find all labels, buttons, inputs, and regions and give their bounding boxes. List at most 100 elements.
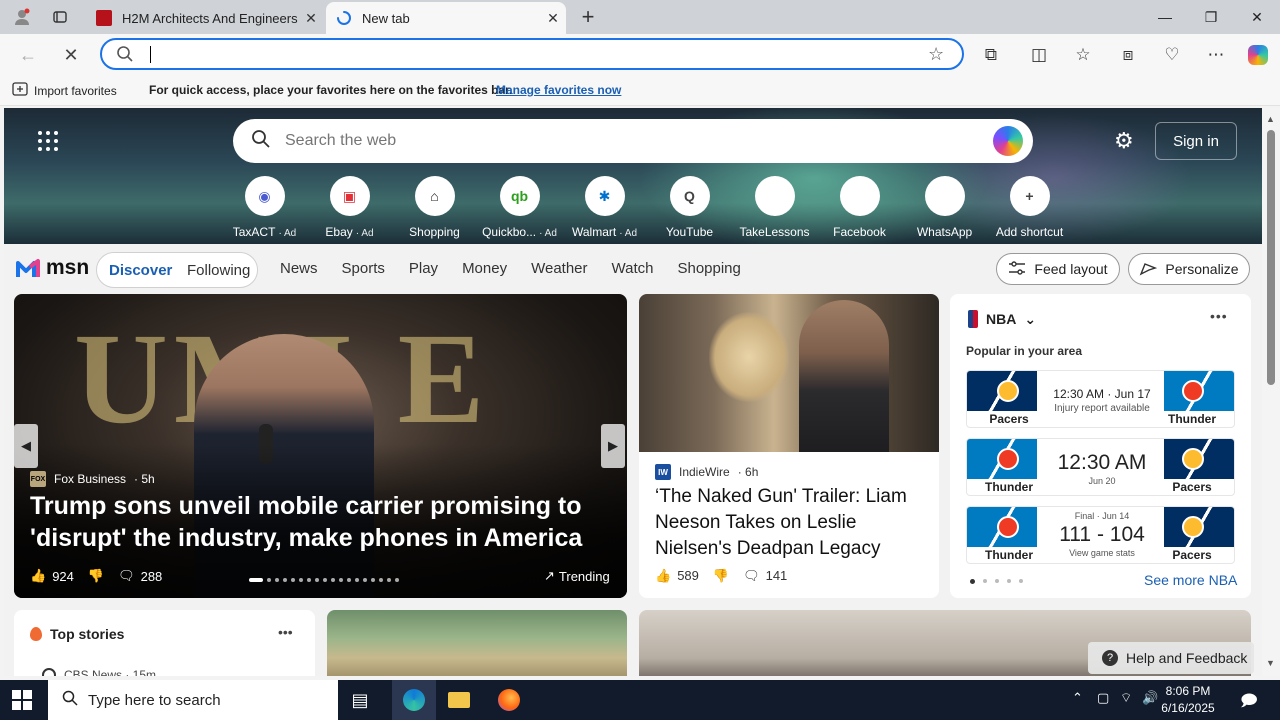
collections-icon[interactable]: ⧈: [1115, 42, 1141, 68]
personalize-button[interactable]: Personalize: [1128, 253, 1250, 285]
settings-gear-icon[interactable]: ⚙: [1114, 128, 1134, 154]
close-tab-icon[interactable]: ✕: [540, 10, 566, 27]
nav-link-shopping[interactable]: Shopping: [677, 260, 740, 277]
split-screen-icon[interactable]: ◫: [1026, 42, 1052, 68]
back-button[interactable]: ←: [15, 42, 41, 68]
browser-essentials-icon[interactable]: ♡: [1159, 42, 1185, 68]
msn-logo[interactable]: msn: [16, 256, 89, 280]
tab-new-tab[interactable]: New tab ✕: [326, 2, 566, 34]
slide-dot[interactable]: [379, 578, 383, 582]
shortcut-tile[interactable]: ◉ TaxACT · Ad: [222, 176, 307, 239]
list-item[interactable]: CBS News · 15m: [42, 668, 156, 676]
manage-favorites-link[interactable]: Manage favorites now: [496, 83, 621, 97]
main-story-card[interactable]: UMI E ◀ ▶ FOX Fox Business · 5h Trump so…: [14, 294, 627, 598]
shortcut-tile[interactable]: qb Quickbo... · Ad: [477, 176, 562, 239]
slide-dot[interactable]: [363, 578, 367, 582]
previous-slide-button[interactable]: ◀: [14, 424, 38, 468]
more-options-icon[interactable]: ⋯: [1203, 42, 1229, 68]
page-dot[interactable]: [983, 579, 987, 583]
page-dot[interactable]: [970, 579, 975, 584]
slide-dot[interactable]: [307, 578, 311, 582]
network-status-icon[interactable]: ▢: [1097, 690, 1109, 706]
app-launcher-icon[interactable]: [36, 130, 60, 154]
restore-button[interactable]: ❐: [1188, 0, 1234, 34]
close-window-button[interactable]: ✕: [1234, 0, 1280, 34]
nav-link-play[interactable]: Play: [409, 260, 438, 277]
shortcut-tile[interactable]: WhatsApp: [902, 176, 987, 239]
slide-dot[interactable]: [275, 578, 279, 582]
slide-dot[interactable]: [387, 578, 391, 582]
slide-dot[interactable]: [395, 578, 399, 582]
stop-loading-button[interactable]: ✕: [58, 42, 84, 68]
wifi-icon[interactable]: ⌔: [1120, 690, 1132, 706]
minimize-button[interactable]: —: [1142, 0, 1188, 34]
slide-dot[interactable]: [283, 578, 287, 582]
new-tab-button[interactable]: +: [576, 5, 600, 29]
slide-dot[interactable]: [249, 578, 263, 582]
scroll-thumb[interactable]: [1267, 130, 1275, 385]
nba-game-card[interactable]: 12:30 AM Jun 20 Thunder Pacers: [966, 438, 1235, 496]
favorites-icon[interactable]: ☆: [1070, 42, 1096, 68]
firefox-icon[interactable]: [497, 688, 521, 712]
like-button[interactable]: 👍 924: [30, 568, 74, 584]
slide-dot[interactable]: [323, 578, 327, 582]
more-options-icon[interactable]: •••: [278, 624, 293, 640]
second-story-card[interactable]: IW IndieWire · 6h ‘The Naked Gun' Traile…: [639, 294, 939, 598]
page-dot[interactable]: [995, 579, 999, 583]
slide-dot[interactable]: [339, 578, 343, 582]
slide-dot[interactable]: [315, 578, 319, 582]
edge-browser-icon[interactable]: [402, 688, 426, 712]
thumbs-down-icon[interactable]: 👎: [88, 568, 104, 584]
like-button[interactable]: 👍 589: [655, 568, 699, 584]
web-search-input[interactable]: [285, 130, 965, 152]
tab-discover[interactable]: Discover: [109, 262, 172, 279]
favorite-star-icon[interactable]: ☆: [928, 44, 944, 65]
nba-game-card[interactable]: Final · Jun 14 111 - 104 View game stats Th…: [966, 506, 1235, 564]
taskbar-search[interactable]: Type here to search: [48, 680, 338, 720]
page-dot[interactable]: [1007, 579, 1011, 583]
nav-link-weather[interactable]: Weather: [531, 260, 587, 277]
more-options-icon[interactable]: •••: [1210, 308, 1228, 324]
slide-dot[interactable]: [267, 578, 271, 582]
copilot-icon[interactable]: [1245, 42, 1271, 68]
slide-dot[interactable]: [371, 578, 375, 582]
start-button[interactable]: [12, 690, 32, 710]
comments-button[interactable]: 🗨 141: [743, 568, 787, 584]
nba-game-card[interactable]: 12:30 AM · Jun 17 Injury report available…: [966, 370, 1235, 428]
comments-button[interactable]: 🗨 288: [118, 568, 162, 584]
shortcut-tile[interactable]: TakeLessons: [732, 176, 817, 239]
slide-dot[interactable]: [331, 578, 335, 582]
copilot-search-icon[interactable]: [993, 126, 1023, 156]
page-scrollbar[interactable]: ▲ ▼: [1262, 108, 1280, 676]
game-promo-card[interactable]: [327, 610, 627, 676]
slide-dot[interactable]: [291, 578, 295, 582]
shortcut-tile[interactable]: ⌂ Shopping: [392, 176, 477, 239]
see-more-nba-link[interactable]: See more NBA: [1144, 572, 1237, 588]
slide-dot[interactable]: [299, 578, 303, 582]
nav-link-sports[interactable]: Sports: [342, 260, 385, 277]
slide-dot[interactable]: [355, 578, 359, 582]
address-input[interactable]: [148, 44, 908, 64]
thumbs-down-icon[interactable]: 👎: [713, 568, 729, 584]
scroll-up-icon[interactable]: ▲: [1266, 114, 1275, 124]
close-tab-icon[interactable]: ✕: [298, 10, 324, 27]
notifications-icon[interactable]: 🗩: [1240, 690, 1258, 717]
tab-h2m[interactable]: H2M Architects And Engineers-en ✕: [86, 2, 324, 34]
import-favorites-button[interactable]: Import favorites: [12, 82, 117, 99]
tab-following[interactable]: Following: [187, 262, 250, 279]
profile-icon[interactable]: [10, 5, 34, 29]
feed-layout-button[interactable]: Feed layout: [996, 253, 1120, 285]
shortcut-tile[interactable]: ▣ Ebay · Ad: [307, 176, 392, 239]
next-slide-button[interactable]: ▶: [601, 424, 625, 468]
task-view-icon[interactable]: ▤: [348, 688, 372, 712]
nav-link-news[interactable]: News: [280, 260, 318, 277]
extensions-icon[interactable]: ⧉: [978, 42, 1004, 68]
nav-link-watch[interactable]: Watch: [612, 260, 654, 277]
web-search-box[interactable]: [233, 119, 1033, 163]
slide-dot[interactable]: [347, 578, 351, 582]
chevron-up-icon[interactable]: ⌃: [1072, 690, 1083, 706]
shortcut-tile[interactable]: ✱ Walmart · Ad: [562, 176, 647, 239]
sign-in-button[interactable]: Sign in: [1155, 122, 1237, 160]
tab-actions-icon[interactable]: [48, 5, 72, 29]
shortcut-tile[interactable]: Q YouTube: [647, 176, 732, 239]
